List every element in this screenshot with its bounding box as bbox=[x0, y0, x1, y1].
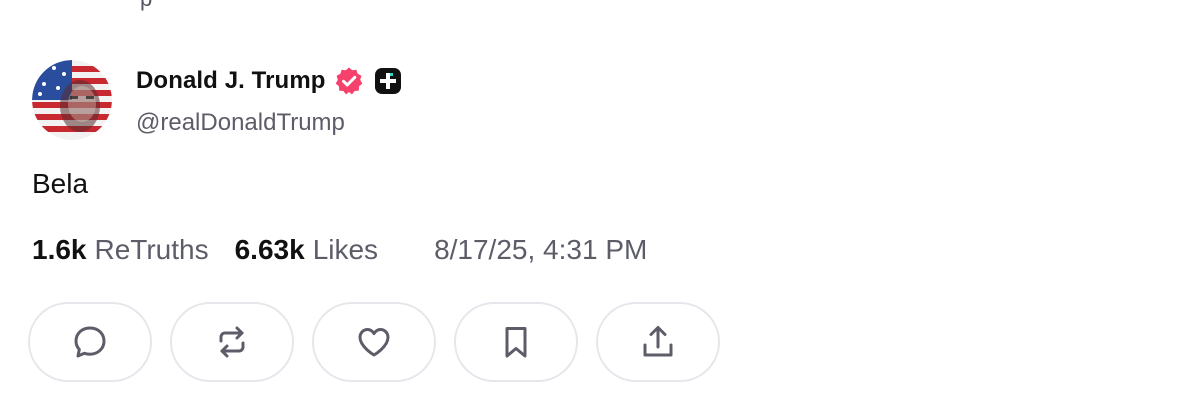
comment-bubble-icon bbox=[74, 326, 106, 358]
avatar[interactable] bbox=[32, 60, 112, 140]
repost-arrows-icon bbox=[219, 326, 245, 358]
share-upload-icon bbox=[643, 326, 673, 357]
likes-label[interactable]: Likes bbox=[313, 234, 378, 266]
retruth-button[interactable] bbox=[170, 302, 294, 382]
post-stats: 1.6k ReTruths 6.63k Likes 8/17/25, 4:31 … bbox=[32, 234, 647, 266]
author-header: Donald J. Trump bbox=[136, 64, 402, 98]
avatar-image bbox=[32, 60, 112, 140]
like-button[interactable] bbox=[312, 302, 436, 382]
reply-button[interactable] bbox=[28, 302, 152, 382]
verified-badge-icon bbox=[335, 67, 362, 95]
action-bar bbox=[28, 302, 720, 382]
likes-count[interactable]: 6.63k bbox=[235, 234, 305, 266]
post-timestamp: 8/17/25, 4:31 PM bbox=[434, 234, 648, 265]
share-button[interactable] bbox=[596, 302, 720, 382]
retruths-count[interactable]: 1.6k bbox=[32, 234, 87, 266]
heart-icon bbox=[358, 328, 390, 357]
author-handle[interactable]: @realDonaldTrump bbox=[136, 109, 345, 137]
bookmark-icon bbox=[505, 327, 527, 358]
display-name[interactable]: Donald J. Trump bbox=[136, 67, 326, 95]
post-text: Bela bbox=[32, 168, 89, 199]
bookmark-button[interactable] bbox=[454, 302, 578, 382]
previous-content-fragment: p bbox=[140, 0, 152, 12]
plus-badge-icon bbox=[374, 68, 401, 94]
retruths-label[interactable]: ReTruths bbox=[95, 234, 209, 266]
truth-post: p bbox=[0, 0, 720, 400]
